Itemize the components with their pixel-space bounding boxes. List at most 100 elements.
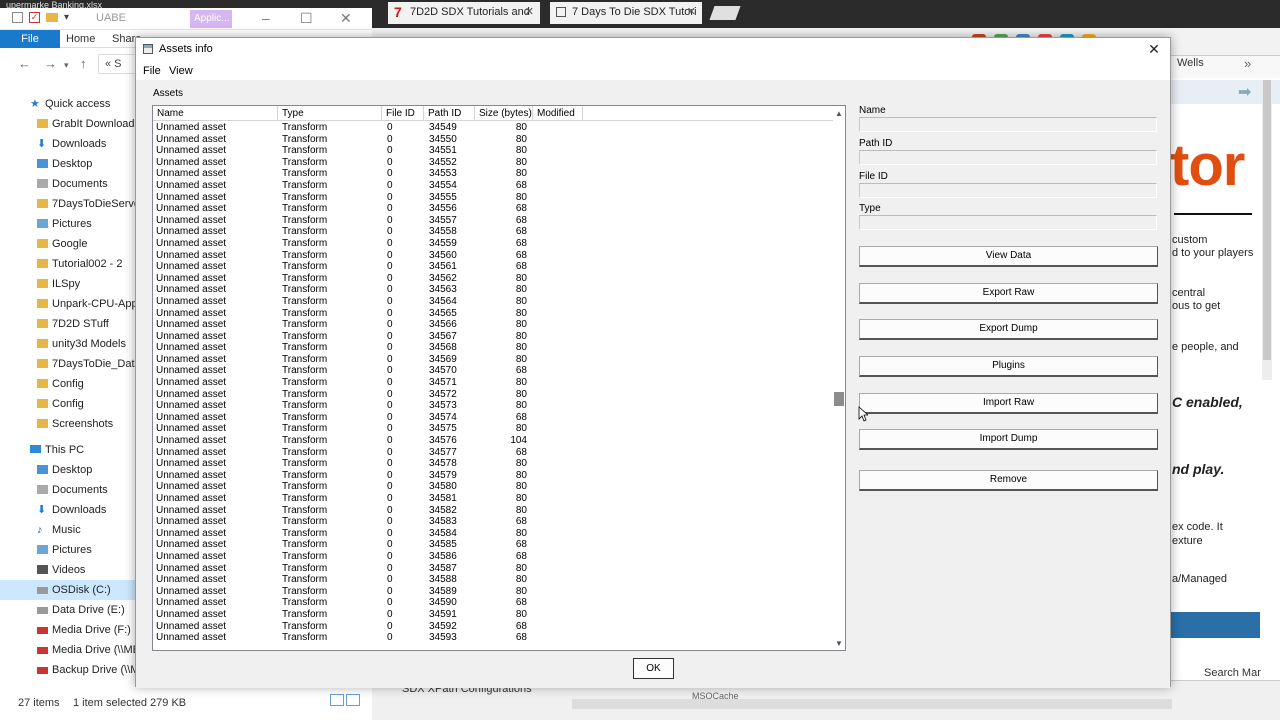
forward-arrow-icon[interactable]: → — [44, 56, 57, 71]
menu-view[interactable]: View — [169, 65, 193, 77]
table-row[interactable]: Unnamed asset Transform 0 34567 80 — [153, 331, 833, 343]
table-row[interactable]: Unnamed asset Transform 0 34583 68 — [153, 516, 833, 528]
chevron-down-icon[interactable]: ▾ — [64, 12, 69, 23]
table-row[interactable]: Unnamed asset Transform 0 34572 80 — [153, 389, 833, 401]
table-row[interactable]: Unnamed asset Transform 0 34592 68 — [153, 621, 833, 633]
table-row[interactable]: Unnamed asset Transform 0 34559 68 — [153, 238, 833, 250]
close-icon[interactable]: ✕ — [340, 10, 352, 27]
table-row[interactable]: Unnamed asset Transform 0 34577 68 — [153, 447, 833, 459]
nav-item[interactable]: ★ Quick access — [0, 94, 136, 114]
table-row[interactable]: Unnamed asset Transform 0 34591 80 — [153, 609, 833, 621]
export-raw-button[interactable]: Export Raw — [859, 283, 1158, 304]
nav-item[interactable]: Desktop — [0, 154, 136, 174]
table-row[interactable]: Unnamed asset Transform 0 34587 80 — [153, 563, 833, 575]
table-row[interactable]: Unnamed asset Transform 0 34563 80 — [153, 284, 833, 296]
table-row[interactable]: Unnamed asset Transform 0 34582 80 — [153, 505, 833, 517]
nav-item[interactable]: Tutorial002 - 2 — [0, 254, 136, 274]
nav-item[interactable]: 7DaysToDieServer_ — [0, 194, 136, 214]
table-row[interactable]: Unnamed asset Transform 0 34556 68 — [153, 203, 833, 215]
nav-item[interactable]: Desktop — [0, 460, 136, 480]
ok-button[interactable]: OK — [633, 658, 674, 679]
column-header-size[interactable]: Size (bytes) — [475, 106, 533, 121]
share-arrow-icon[interactable]: ➡ — [1238, 82, 1251, 102]
table-row[interactable]: Unnamed asset Transform 0 34589 80 — [153, 586, 833, 598]
table-row[interactable]: Unnamed asset Transform 0 34575 80 — [153, 423, 833, 435]
table-row[interactable]: Unnamed asset Transform 0 34568 80 — [153, 342, 833, 354]
browser-tab-2[interactable]: 7 Days To Die SDX Tutori ✕ — [550, 2, 702, 24]
assets-list-body[interactable]: Unnamed asset Transform 0 34549 80 Unnamed as… — [153, 122, 833, 650]
table-row[interactable]: Unnamed asset Transform 0 34551 80 — [153, 145, 833, 157]
table-row[interactable]: Unnamed asset Transform 0 34560 68 — [153, 250, 833, 262]
nav-item[interactable]: Pictures — [0, 214, 136, 234]
nav-item[interactable]: Media Drive (F:) — [0, 620, 136, 640]
nav-item[interactable]: Data Drive (E:) — [0, 600, 136, 620]
table-row[interactable]: Unnamed asset Transform 0 34561 68 — [153, 261, 833, 273]
file-id-field[interactable] — [859, 183, 1157, 198]
table-row[interactable]: Unnamed asset Transform 0 34566 80 — [153, 319, 833, 331]
table-row[interactable]: Unnamed asset Transform 0 34558 68 — [153, 226, 833, 238]
maximize-icon[interactable]: ☐ — [300, 10, 313, 27]
page-scrollbar[interactable] — [1262, 80, 1272, 380]
nav-item[interactable]: This PC — [0, 440, 136, 460]
nav-item[interactable]: ♪ Music — [0, 520, 136, 540]
nav-item[interactable]: Videos — [0, 560, 136, 580]
nav-item[interactable]: Unpark-CPU-App — [0, 294, 136, 314]
column-header-type[interactable]: Type — [278, 106, 382, 121]
type-field[interactable] — [859, 215, 1157, 230]
table-row[interactable]: Unnamed asset Transform 0 34588 80 — [153, 574, 833, 586]
new-folder-icon[interactable] — [46, 13, 58, 22]
nav-item[interactable]: Backup Drive (\\ME — [0, 660, 136, 680]
nav-item[interactable]: ⬇ Downloads — [0, 500, 136, 520]
nav-item[interactable]: ⬇ Downloads — [0, 134, 136, 154]
table-row[interactable]: Unnamed asset Transform 0 34581 80 — [153, 493, 833, 505]
table-row[interactable]: Unnamed asset Transform 0 34571 80 — [153, 377, 833, 389]
large-icons-view-icon[interactable] — [346, 694, 360, 706]
name-field[interactable] — [859, 117, 1157, 132]
up-arrow-icon[interactable]: ↑ — [80, 56, 87, 71]
nav-item[interactable]: Google — [0, 234, 136, 254]
recent-chevron-icon[interactable]: ▾ — [64, 60, 69, 71]
checkmark-icon[interactable]: ✓ — [29, 12, 40, 23]
nav-item[interactable]: unity3d Models — [0, 334, 136, 354]
nav-item[interactable]: 7D2D STuff — [0, 314, 136, 334]
table-row[interactable]: Unnamed asset Transform 0 34569 80 — [153, 354, 833, 366]
import-raw-button[interactable]: Import Raw — [859, 393, 1158, 414]
assets-list-scrollbar[interactable]: ▲ ▼ — [833, 106, 845, 650]
table-row[interactable]: Unnamed asset Transform 0 34574 68 — [153, 412, 833, 424]
context-tab-application[interactable]: Applic... — [190, 10, 232, 28]
table-row[interactable]: Unnamed asset Transform 0 34590 68 — [153, 597, 833, 609]
more-bookmarks-icon[interactable]: » — [1244, 56, 1251, 71]
nav-item[interactable]: Documents — [0, 174, 136, 194]
table-row[interactable]: Unnamed asset Transform 0 34593 68 — [153, 632, 833, 644]
table-row[interactable]: Unnamed asset Transform 0 34554 68 — [153, 180, 833, 192]
details-view-icon[interactable] — [330, 694, 344, 706]
new-tab-button[interactable] — [709, 6, 741, 20]
remove-button[interactable]: Remove — [859, 470, 1158, 491]
export-dump-button[interactable]: Export Dump — [859, 319, 1158, 340]
nav-item[interactable]: Pictures — [0, 540, 136, 560]
table-row[interactable]: Unnamed asset Transform 0 34578 80 — [153, 458, 833, 470]
browser-tab-1[interactable]: 7 7D2D SDX Tutorials and ✕ — [388, 2, 540, 24]
tab-close-icon[interactable]: ✕ — [687, 5, 696, 18]
nav-item[interactable]: Documents — [0, 480, 136, 500]
scroll-up-icon[interactable]: ▲ — [833, 108, 845, 120]
table-row[interactable]: Unnamed asset Transform 0 34552 80 — [153, 157, 833, 169]
table-row[interactable]: Unnamed asset Transform 0 34579 80 — [153, 470, 833, 482]
horizontal-scrollbar[interactable] — [572, 699, 1172, 709]
column-header-file-id[interactable]: File ID — [382, 106, 424, 121]
tab-close-icon[interactable]: ✕ — [525, 5, 534, 18]
table-row[interactable]: Unnamed asset Transform 0 34586 68 — [153, 551, 833, 563]
column-header-modified[interactable]: Modified — [533, 106, 583, 121]
table-row[interactable]: Unnamed asset Transform 0 34580 80 — [153, 481, 833, 493]
nav-item[interactable]: Config — [0, 374, 136, 394]
nav-item[interactable]: Screenshots — [0, 414, 136, 434]
table-row[interactable]: Unnamed asset Transform 0 34553 80 — [153, 168, 833, 180]
table-row[interactable]: Unnamed asset Transform 0 34549 80 — [153, 122, 833, 134]
ribbon-tab-file[interactable]: File — [0, 30, 60, 48]
table-row[interactable]: Unnamed asset Transform 0 34584 80 — [153, 528, 833, 540]
menu-file[interactable]: File — [143, 65, 161, 77]
table-row[interactable]: Unnamed asset Transform 0 34557 68 — [153, 215, 833, 227]
nav-item[interactable]: Media Drive (\\ME — [0, 640, 136, 660]
close-icon[interactable]: ✕ — [1144, 40, 1164, 58]
plugins-button[interactable]: Plugins — [859, 356, 1158, 377]
